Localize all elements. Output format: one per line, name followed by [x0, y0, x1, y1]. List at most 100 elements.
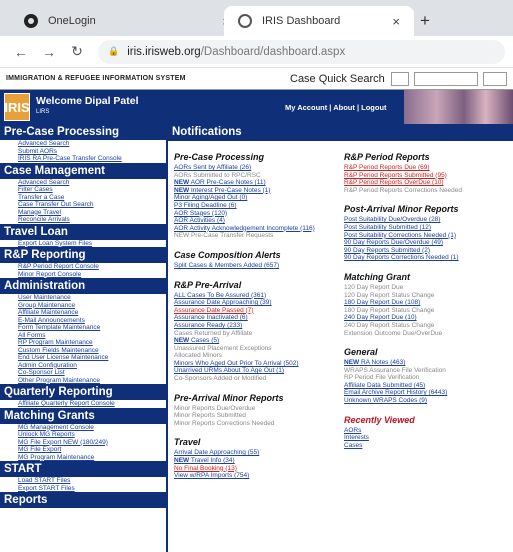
sidebar-link[interactable]: Export START Files: [0, 485, 166, 493]
notification-link[interactable]: R&P Period Reports OverDue (10): [344, 179, 513, 187]
notification-link[interactable]: 90 Day Reports Due/Overdue (49): [344, 239, 513, 247]
sidebar-link[interactable]: R&P Period Report Console: [0, 263, 166, 271]
notification-link[interactable]: AORs: [344, 427, 513, 435]
notification-link[interactable]: Post Suitability Due/Overdue (28): [344, 216, 513, 224]
section-title: Recently Viewed: [344, 414, 415, 425]
forward-icon[interactable]: →: [42, 44, 56, 60]
sidebar-link[interactable]: Affiliate Maintenance: [0, 309, 166, 317]
notification-link[interactable]: NEW Interest Pre-Case Notes (1): [174, 187, 344, 195]
new-tab-button[interactable]: +: [420, 11, 430, 31]
notification-link[interactable]: Arrival Date Approaching (55): [174, 449, 344, 457]
notification-link[interactable]: NEW AOR Pre-Case Notes (11): [174, 179, 344, 187]
inactive-item: 180 Day Report Status Change: [344, 306, 435, 314]
notification-link[interactable]: Email Archive Report History (6443): [344, 389, 513, 397]
sidebar-link[interactable]: Reconcile Arrivals: [0, 216, 166, 224]
notification-section: Case Composition Alerts Split Cases & Mem…: [174, 250, 344, 270]
sidebar-link[interactable]: Transfer a Case: [0, 194, 166, 202]
notification-link[interactable]: P3 Filing Deadline (6): [174, 202, 344, 210]
sidebar-link[interactable]: Group Maintenance: [0, 302, 166, 310]
left-column: Pre-Case Processing AORs Sent by Affiliat…: [174, 152, 344, 490]
sidebar-link[interactable]: MG Management Console: [0, 424, 166, 432]
notification-link[interactable]: 90 Day Reports Submitted (2): [344, 247, 513, 255]
notification-link[interactable]: NEW Travel Info (34): [174, 457, 344, 465]
notification-link[interactable]: Affiliate Data Submitted (45): [344, 382, 513, 390]
sidebar-link[interactable]: Co-Sponsor List: [0, 369, 166, 377]
notification-link[interactable]: NEW RA Notes (463): [344, 359, 513, 367]
section-title: Post-Arrival Minor Reports: [344, 204, 459, 215]
sidebar-link[interactable]: MG File Export NEW (180/249): [0, 439, 166, 447]
sidebar-link[interactable]: All Forms: [0, 332, 166, 340]
section-title: Case Composition Alerts: [174, 249, 281, 260]
close-icon[interactable]: ×: [392, 14, 400, 29]
reload-icon[interactable]: ↻: [70, 43, 84, 60]
sidebar-link[interactable]: Manage Travel: [0, 209, 166, 217]
sidebar-link[interactable]: Minor Report Console: [0, 271, 166, 279]
notification-link[interactable]: Split Cases & Members Added (657): [174, 262, 344, 270]
sidebar-link[interactable]: Affiliate Quarterly Report Console: [0, 400, 166, 408]
account-links[interactable]: My Account | About | Logout: [285, 103, 387, 112]
sidebar-link[interactable]: Advanced Search: [0, 140, 166, 148]
inactive-item: NEW Pre-Case Transfer Requests: [174, 232, 274, 240]
sidebar-link[interactable]: Form Template Maintenance: [0, 324, 166, 332]
notification-link[interactable]: Assurance Inactivated (6): [174, 314, 344, 322]
notification-link[interactable]: Minor Aging/Aged Out (0): [174, 194, 344, 202]
sidebar-section-title: Reports: [0, 492, 166, 508]
url-field[interactable]: 🔒 iris.irisweb.org/Dashboard/dashboard.as…: [98, 39, 505, 64]
notification-link[interactable]: Post Suitability Submitted (12): [344, 224, 513, 232]
sidebar-link[interactable]: End User License Maintenance: [0, 354, 166, 362]
url-path: /Dashboard/dashboard.aspx: [200, 45, 346, 58]
notification-link[interactable]: Assurance Date Approaching (39): [174, 299, 344, 307]
notification-link[interactable]: No Final Booking (13): [174, 465, 344, 473]
notification-link[interactable]: Interests: [344, 434, 513, 442]
notification-link[interactable]: 90 Day Reports Corrections Needed (1): [344, 254, 513, 262]
notification-link[interactable]: View w/RPA Imports (754): [174, 472, 344, 480]
quick-search-input-1[interactable]: [391, 72, 409, 86]
sidebar-link[interactable]: MG File Export: [0, 446, 166, 454]
inactive-item: Extension Outcome Due/OverDue: [344, 329, 443, 337]
notification-link[interactable]: AOR Stages (120): [174, 210, 344, 218]
sidebar-section-title: Travel Loan: [0, 223, 166, 240]
sidebar-link[interactable]: Admin Configuration: [0, 362, 166, 370]
sidebar-link[interactable]: Export Loan System Files: [0, 240, 166, 248]
sidebar-link[interactable]: User Maintenance: [0, 294, 166, 302]
notification-link[interactable]: Assurance Date Passed (7): [174, 307, 344, 315]
sidebar-link[interactable]: Advanced Search: [0, 179, 166, 187]
sidebar-link[interactable]: Load START Files: [0, 477, 166, 485]
sidebar-link[interactable]: Case Transfer Out Search: [0, 201, 166, 209]
notification-link[interactable]: 180 Day Report Due (108): [344, 299, 513, 307]
sidebar-link[interactable]: MG Program Maintenance: [0, 454, 166, 462]
sidebar-link[interactable]: Submit AORs: [0, 148, 166, 156]
notification-link[interactable]: 240 Day Report Due (10): [344, 314, 513, 322]
notification-link[interactable]: Cases: [344, 442, 513, 450]
notification-link[interactable]: Post Suitability Corrections Needed (1): [344, 232, 513, 240]
back-icon[interactable]: ←: [14, 44, 28, 60]
sidebar-link[interactable]: IRIS RA Pre-Case Transfer Console: [0, 155, 166, 163]
main-content: Notifications Pre-Case Processing AORs Se…: [168, 124, 513, 552]
notification-section: Pre-Case Processing AORs Sent by Affiliat…: [174, 152, 344, 240]
notification-link[interactable]: Minors Who Aged Out Prior To Arrival (50…: [174, 360, 344, 368]
notification-link[interactable]: R&P Period Reports Due (69): [344, 164, 513, 172]
section-title: Pre-Case Processing: [174, 152, 265, 162]
notification-link[interactable]: AORs Sent by Affiliate (26): [174, 164, 344, 172]
sidebar-link[interactable]: Filter Cases: [0, 186, 166, 194]
notification-link[interactable]: Assurance Ready (233): [174, 322, 344, 330]
notification-link[interactable]: AOR Activity Acknowledgement Incomplete …: [174, 225, 344, 233]
sidebar-link[interactable]: Other Program Maintenance: [0, 377, 166, 385]
sidebar-link[interactable]: RP Program Maintenance: [0, 339, 166, 347]
notification-link[interactable]: AOR Activities (4): [174, 217, 344, 225]
sidebar-link[interactable]: Custom Fields Maintenance: [0, 347, 166, 355]
notification-link[interactable]: R&P Period Reports Submitted (95): [344, 172, 513, 180]
inactive-item: AORs Submitted to RPC/RSC: [174, 171, 261, 179]
notification-link[interactable]: Unknown WRAPS Codes (9): [344, 397, 513, 405]
tab-onelogin[interactable]: OneLogin×: [24, 6, 244, 36]
section-title: R&P Pre-Arrival: [174, 279, 242, 290]
notification-link[interactable]: ALL Cases To Be Assured (361): [174, 292, 344, 300]
notification-link[interactable]: NEW Cases (5): [174, 337, 344, 345]
quick-search-input-2[interactable]: [414, 72, 478, 86]
quick-search-input-3[interactable]: [483, 72, 507, 86]
sidebar-link[interactable]: E-Mail Announcements: [0, 317, 166, 325]
tab-iris-dashboard[interactable]: IRIS Dashboard ×: [224, 6, 414, 36]
inactive-item: R&P Period Reports Corrections Needed: [344, 186, 463, 194]
notification-link[interactable]: Unarrived URMs About To Age Out (1): [174, 367, 344, 375]
sidebar-link[interactable]: Unlock MG Reports: [0, 431, 166, 439]
